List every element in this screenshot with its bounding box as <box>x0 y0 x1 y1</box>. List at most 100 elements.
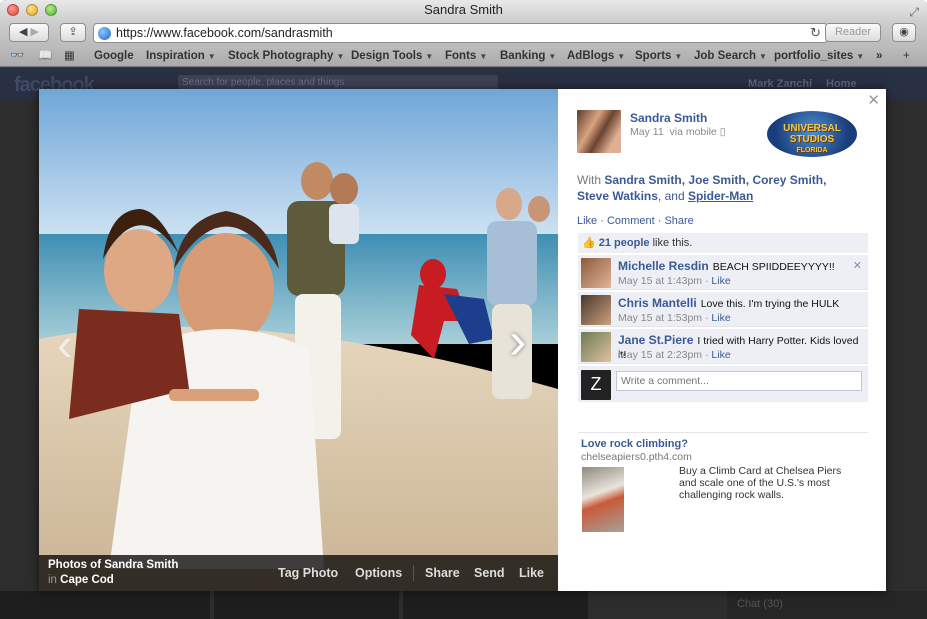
downloads-button[interactable]: ◉ <box>892 23 916 42</box>
bookmarks-bar: 👓 📖 ▦ Google Inspiration ▼ Stock Photogra… <box>0 45 927 67</box>
comment-input[interactable] <box>616 371 862 391</box>
address-bar[interactable]: https://www.facebook.com/sandrasmith ↻ <box>93 23 828 43</box>
thumbs-up-icon: 👍 <box>582 237 596 249</box>
new-tab-icon[interactable]: + <box>903 48 910 64</box>
comment-composer: Z <box>578 366 868 402</box>
share-photo-button[interactable]: Share <box>425 566 460 580</box>
dimmed-tile <box>214 591 399 619</box>
divider <box>413 565 414 581</box>
remove-comment-icon[interactable]: ✕ <box>853 259 862 272</box>
tag-link[interactable]: Corey Smith <box>752 173 823 187</box>
commenter-avatar[interactable] <box>581 332 611 362</box>
sponsor-logo-globe: UNIVERSAL STUDIOS FLORIDA <box>767 111 857 157</box>
bookmark-google[interactable]: Google <box>94 48 134 64</box>
share-icon: ⇪ <box>68 26 78 38</box>
browser-toolbar: ◀ ▶ ⇪ https://www.facebook.com/sandrasmi… <box>0 20 927 45</box>
tag-link[interactable]: Spider-Man <box>688 189 753 203</box>
share-link[interactable]: Share <box>664 215 693 227</box>
comment-author[interactable]: Chris Mantelli Love this. I'm trying the … <box>618 296 839 310</box>
previous-photo-icon[interactable]: ‹ <box>57 317 72 371</box>
tag-link[interactable]: Steve Watkins <box>577 189 658 203</box>
globe-icon <box>98 27 111 40</box>
zoom-window-button[interactable] <box>45 4 57 16</box>
reload-icon[interactable]: ↻ <box>810 24 821 42</box>
comment-like-link[interactable]: Like <box>711 312 730 324</box>
viewer-avatar: Z <box>581 370 611 400</box>
beach-photo <box>39 89 558 591</box>
author-avatar[interactable] <box>577 110 621 153</box>
share-page-button[interactable]: ⇪ <box>60 23 86 42</box>
bookmark-design-tools[interactable]: Design Tools ▼ <box>351 48 433 65</box>
likes-summary: 👍 21 people like this. <box>578 233 868 253</box>
bookmark-job-search[interactable]: Job Search ▼ <box>694 48 767 65</box>
tag-photo-button[interactable]: Tag Photo <box>278 566 338 580</box>
chevron-down-icon: ▼ <box>548 52 557 61</box>
photo-location: in Cape Cod <box>48 574 114 586</box>
bookmark-stock-photography[interactable]: Stock Photography ▼ <box>228 48 344 65</box>
bookmark-adblogs[interactable]: AdBlogs ▼ <box>567 48 625 65</box>
bookmarks-book-icon[interactable]: 📖 <box>38 48 52 64</box>
chevron-down-icon: ▼ <box>674 52 683 61</box>
photo-panel: ‹ › Photos of Sandra Smith in Cape Cod T… <box>39 89 558 591</box>
chevron-down-icon: ▼ <box>479 52 488 61</box>
close-icon[interactable]: ✕ <box>867 91 880 109</box>
comment-meta: May 15 at 2:23pm · Like <box>618 349 731 361</box>
options-button[interactable]: Options <box>355 566 402 580</box>
bookmark-banking[interactable]: Banking ▼ <box>500 48 556 65</box>
tag-link[interactable]: Joe Smith <box>688 173 745 187</box>
download-icon: ◉ <box>899 26 909 38</box>
tagged-people: With Sandra Smith, Joe Smith, Corey Smit… <box>577 173 827 203</box>
next-photo-icon[interactable]: › <box>509 311 526 371</box>
ad-image[interactable] <box>582 467 624 532</box>
ad-domain[interactable]: chelseapiers0.pth4.com <box>581 451 692 463</box>
ad-title[interactable]: Love rock climbing? <box>581 438 688 450</box>
back-forward-buttons[interactable]: ◀ ▶ <box>9 23 49 42</box>
send-photo-button[interactable]: Send <box>474 566 505 580</box>
comment-link[interactable]: Comment <box>607 215 655 227</box>
chevron-down-icon: ▼ <box>336 52 345 61</box>
comment-row: Chris Mantelli Love this. I'm trying the … <box>578 292 868 327</box>
chevron-down-icon: ▼ <box>425 52 434 61</box>
post-actions: Like · Comment · Share <box>577 215 694 227</box>
title-bar: Sandra Smith ⤢ <box>0 0 927 20</box>
chat-bar: Chat (30) <box>727 591 927 619</box>
like-link[interactable]: Like <box>577 215 597 227</box>
bookmark-inspiration[interactable]: Inspiration ▼ <box>146 48 216 65</box>
bookmark-fonts[interactable]: Fonts ▼ <box>445 48 487 65</box>
bookmark-portfolio-sites[interactable]: portfolio_sites ▼ <box>774 48 864 65</box>
chevron-down-icon: ▼ <box>617 52 626 61</box>
back-icon[interactable]: ◀ <box>19 26 27 38</box>
post-author[interactable]: Sandra Smith <box>630 111 707 125</box>
bookmarks-overflow-button[interactable]: » <box>876 48 882 64</box>
comment-author[interactable]: Michelle Resdin BEACH SPIIDDEEYYYY!! <box>618 259 835 273</box>
reader-button[interactable]: Reader <box>825 23 881 42</box>
chevron-down-icon: ▼ <box>207 52 216 61</box>
url-text[interactable]: https://www.facebook.com/sandrasmith <box>116 26 333 40</box>
comment-row: Jane St.Piere I tried with Harry Potter. … <box>578 329 868 364</box>
chevron-down-icon: ▼ <box>759 52 767 61</box>
fullscreen-icon[interactable]: ⤢ <box>909 2 919 22</box>
tag-link[interactable]: Sandra Smith <box>604 173 681 187</box>
comment-meta: May 15 at 1:53pm · Like <box>618 312 731 324</box>
chat-label: Chat (30) <box>737 598 783 610</box>
minimize-window-button[interactable] <box>26 4 38 16</box>
like-photo-button[interactable]: Like <box>519 566 544 580</box>
top-sites-icon[interactable]: ▦ <box>64 48 75 64</box>
album-title[interactable]: Photos of Sandra Smith <box>48 559 178 571</box>
ad-body: Buy a Climb Card at Chelsea Piers and sc… <box>679 465 842 501</box>
comment-like-link[interactable]: Like <box>711 275 730 287</box>
close-window-button[interactable] <box>7 4 19 16</box>
dimmed-tile <box>403 591 588 619</box>
bookmark-sports[interactable]: Sports ▼ <box>635 48 682 65</box>
forward-icon[interactable]: ▶ <box>31 26 39 38</box>
chevron-down-icon: ▼ <box>856 52 865 61</box>
sponsor-logo-text: UNIVERSAL STUDIOS FLORIDA <box>783 123 841 154</box>
browser-window: Sandra Smith ⤢ ◀ ▶ ⇪ https://www.faceboo… <box>0 0 927 619</box>
reading-list-icon[interactable]: 👓 <box>10 48 24 64</box>
commenter-avatar[interactable] <box>581 295 611 325</box>
commenter-avatar[interactable] <box>581 258 611 288</box>
comment-like-link[interactable]: Like <box>711 349 730 361</box>
divider <box>578 432 868 433</box>
photo-caption-bar: Photos of Sandra Smith in Cape Cod Tag P… <box>39 555 558 591</box>
post-date: May 11 via mobile ▯ <box>630 126 726 138</box>
